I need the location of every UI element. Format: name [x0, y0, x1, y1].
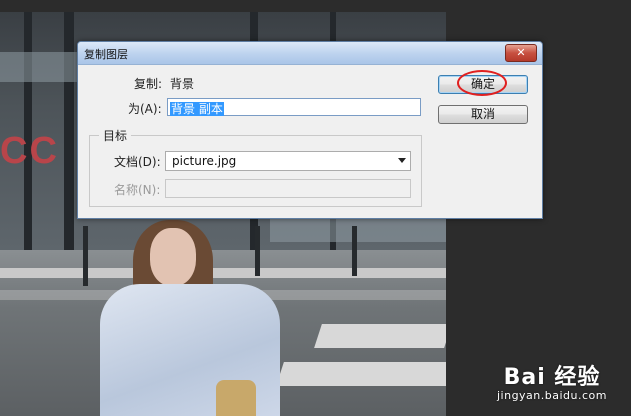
chevron-down-icon — [398, 158, 406, 163]
dialog-titlebar[interactable]: 复制图层 ✕ — [78, 42, 542, 65]
street-pole — [255, 226, 260, 276]
store-sign: CC — [0, 130, 59, 172]
close-icon: ✕ — [516, 46, 526, 59]
street-pole — [352, 226, 357, 276]
as-input[interactable]: 背景 副本 — [167, 98, 421, 116]
watermark-logo: Bai 经验 — [503, 365, 601, 390]
building-column — [64, 12, 74, 250]
watermark-url: jingyan.baidu.com — [496, 389, 607, 402]
crosswalk-stripe — [314, 324, 446, 348]
document-select-value: picture.jpg — [172, 154, 237, 168]
close-button[interactable]: ✕ — [505, 44, 537, 62]
person-face — [150, 228, 196, 286]
document-label: 文档(D): — [114, 155, 161, 169]
as-label: 为(A): — [128, 102, 162, 116]
watermark: Bai 经验 jingyan.baidu.com — [497, 359, 607, 402]
annotation-circle — [457, 70, 507, 96]
crosswalk-stripe — [0, 268, 446, 278]
name-label: 名称(N): — [114, 183, 161, 197]
document-select[interactable]: picture.jpg — [165, 151, 411, 171]
duplicate-layer-dialog: 复制图层 ✕ 复制: 背景 为(A): 背景 副本 目标 文档(D): pict… — [77, 41, 543, 219]
copy-value: 背景 — [170, 77, 195, 91]
street-pole — [83, 226, 88, 286]
as-input-selected-text: 背景 副本 — [170, 102, 224, 116]
person-bag — [216, 380, 256, 416]
dialog-title: 复制图层 — [84, 48, 128, 61]
name-input — [165, 179, 411, 198]
target-group-title: 目标 — [99, 127, 132, 144]
cancel-button[interactable]: 取消 — [438, 105, 528, 124]
copy-label: 复制: — [134, 77, 163, 91]
crosswalk-stripe — [276, 362, 446, 386]
